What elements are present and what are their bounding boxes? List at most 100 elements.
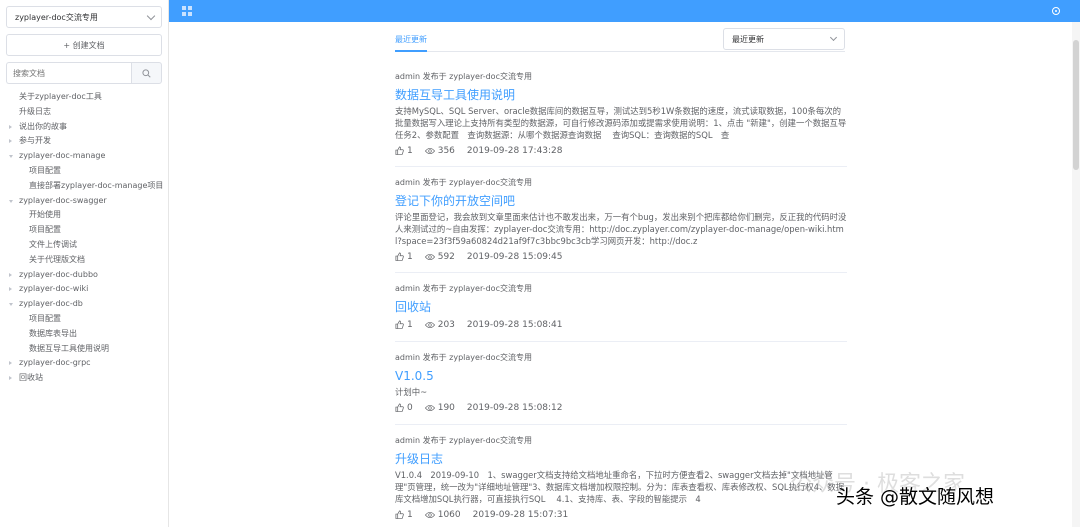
article-title-link[interactable]: V1.0.5	[395, 368, 847, 384]
scrollbar-thumb[interactable]	[1073, 40, 1079, 170]
caret-right-icon[interactable]	[9, 376, 12, 381]
article-meta: admin 发布于 zyplayer-doc交流专用	[395, 436, 532, 445]
tree-item[interactable]: 参与开发	[0, 134, 168, 149]
tree-item[interactable]: 文件上传调试	[0, 238, 168, 253]
article-item: admin 发布于 zyplayer-doc交流专用 数据互导工具使用说明 支持My…	[395, 71, 847, 167]
tree-item-label: 说出你的故事	[19, 121, 67, 131]
article-meta: admin 发布于 zyplayer-doc交流专用	[395, 284, 532, 293]
like-count-value: 1	[407, 319, 413, 330]
article-stats: 1 203 2019-09-28 15:08:41	[395, 318, 847, 331]
tree-item[interactable]: 项目配置	[0, 223, 168, 238]
tree-item[interactable]: zyplayer-doc-manage	[0, 149, 168, 164]
thumbs-up-icon	[395, 510, 404, 519]
tree-item-label: 项目配置	[29, 225, 61, 235]
top-bar	[169, 0, 1080, 22]
article-time: 2019-09-28 15:08:41	[466, 319, 563, 330]
tree-item-label: 文件上传调试	[29, 239, 77, 249]
tree-item[interactable]: 数据互导工具使用说明	[0, 342, 168, 357]
tree-item[interactable]: 关于zyplayer-doc工具	[0, 90, 168, 105]
tree-item[interactable]: zyplayer-doc-swagger	[0, 194, 168, 209]
tree-item-label: 开始使用	[29, 210, 61, 220]
page-scrollbar[interactable]	[1072, 22, 1080, 527]
article-time: 2019-09-28 15:08:12	[466, 402, 563, 413]
article-stats: 0 190 2019-09-28 15:08:12	[395, 401, 847, 414]
article-title-link[interactable]: 登记下你的开放空间吧	[395, 193, 847, 209]
tree-item[interactable]: 回收站	[0, 371, 168, 386]
article-meta: admin 发布于 zyplayer-doc交流专用	[395, 178, 532, 187]
tree-item-label: 数据互导工具使用说明	[29, 343, 109, 353]
eye-icon	[424, 147, 435, 154]
view-count: 356	[424, 146, 455, 156]
tree-item-label: 参与开发	[19, 136, 51, 146]
user-icon[interactable]	[1052, 7, 1060, 15]
eye-icon	[424, 404, 435, 411]
thumbs-up-icon	[395, 252, 404, 261]
eye-icon	[424, 321, 435, 328]
article-time: 2019-09-28 15:09:45	[466, 251, 563, 262]
article-title-link[interactable]: 升级日志	[395, 451, 847, 467]
tree-item[interactable]: 升级日志	[0, 105, 168, 120]
sort-select-value: 最近更新	[732, 34, 764, 44]
article-time: 2019-09-28 15:07:31	[472, 509, 569, 520]
watermark-main-text: 头条 @散文随风想	[836, 486, 995, 508]
caret-down-icon[interactable]	[9, 199, 13, 203]
article-preview: 评论里面登记，我会放到文章里面来估计也不敢发出来，万一有个bug，发出来别个把库…	[395, 212, 847, 246]
caret-down-icon[interactable]	[9, 303, 13, 307]
thumbs-up-icon	[395, 146, 404, 155]
chevron-down-icon	[146, 11, 156, 21]
tree-item[interactable]: zyplayer-doc-db	[0, 297, 168, 312]
view-count-value: 592	[437, 251, 455, 262]
caret-right-icon[interactable]	[9, 287, 12, 292]
tree-item[interactable]: 开始使用	[0, 208, 168, 223]
tree-item[interactable]: 直接部署zyplayer-doc-manage项目	[0, 179, 168, 194]
tree-item[interactable]: 项目配置	[0, 164, 168, 179]
tree-item[interactable]: 说出你的故事	[0, 120, 168, 135]
search-button[interactable]	[131, 62, 162, 84]
article-title-link[interactable]: 回收站	[395, 299, 847, 315]
tab-recent-updates[interactable]: 最近更新	[395, 34, 427, 52]
create-doc-button[interactable]: + 创建文档	[6, 34, 162, 56]
main-content: 最近更新 最近更新 admin 发布于 zyplayer-doc交流专用数据互导…	[169, 22, 1072, 527]
tree-item[interactable]: zyplayer-doc-wiki	[0, 282, 168, 297]
tree-item-label: 项目配置	[29, 313, 61, 323]
like-count[interactable]: 1	[395, 320, 413, 330]
tree-item[interactable]: 数据库表导出	[0, 327, 168, 342]
article-time: 2019-09-28 17:43:28	[466, 145, 563, 156]
tree-item-label: 回收站	[19, 373, 43, 383]
tree-item[interactable]: zyplayer-doc-dubbo	[0, 268, 168, 283]
like-count[interactable]: 0	[395, 403, 413, 413]
search-input[interactable]	[6, 62, 131, 84]
tree-item-label: zyplayer-doc-db	[19, 299, 83, 309]
tree-item-label: 数据库表导出	[29, 328, 77, 338]
view-count-value: 1060	[437, 509, 461, 520]
caret-right-icon[interactable]	[9, 361, 12, 366]
like-count-value: 1	[407, 509, 413, 520]
article-meta: admin 发布于 zyplayer-doc交流专用	[395, 72, 532, 81]
caret-down-icon[interactable]	[9, 155, 13, 159]
tree-item[interactable]: 项目配置	[0, 312, 168, 327]
article-item: admin 发布于 zyplayer-doc交流专用 V1.0.5 计划中~ 0 190…	[395, 352, 847, 425]
doc-search	[6, 62, 162, 84]
app-grid-icon[interactable]	[182, 6, 192, 16]
tree-item[interactable]: 关于代理版文档	[0, 253, 168, 268]
space-select[interactable]: zyplayer-doc交流专用	[6, 6, 162, 28]
view-count-value: 190	[437, 402, 455, 413]
tree-item[interactable]: zyplayer-doc-grpc	[0, 356, 168, 371]
like-count-value: 1	[407, 145, 413, 156]
tree-item-label: 项目配置	[29, 165, 61, 175]
like-count[interactable]: 1	[395, 252, 413, 262]
tree-item-label: 关于代理版文档	[29, 254, 85, 264]
caret-right-icon[interactable]	[9, 272, 12, 277]
caret-right-icon[interactable]	[9, 139, 12, 144]
space-select-value: zyplayer-doc交流专用	[15, 12, 98, 22]
tree-item-label: zyplayer-doc-wiki	[19, 284, 89, 294]
thumbs-up-icon	[395, 320, 404, 329]
like-count-value: 1	[407, 251, 413, 262]
article-title-link[interactable]: 数据互导工具使用说明	[395, 87, 847, 103]
like-count[interactable]: 1	[395, 510, 413, 520]
tree-item-label: 升级日志	[19, 106, 51, 116]
article-preview: 计划中~	[395, 387, 428, 397]
like-count[interactable]: 1	[395, 146, 413, 156]
caret-right-icon[interactable]	[9, 124, 12, 129]
sort-select[interactable]: 最近更新	[723, 28, 845, 50]
